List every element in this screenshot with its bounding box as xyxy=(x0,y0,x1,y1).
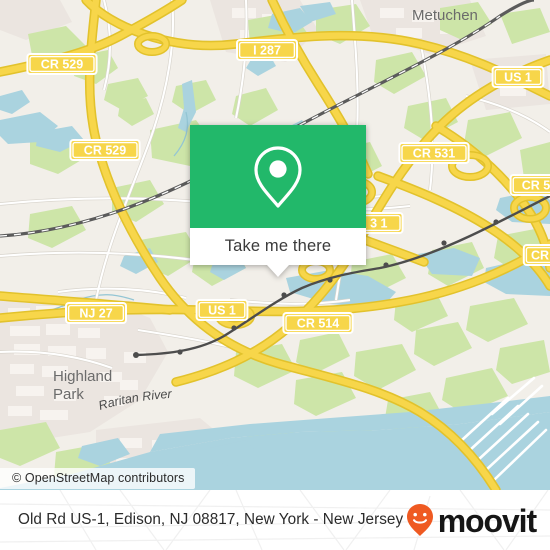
road-shield-label: NJ 27 xyxy=(79,307,112,321)
map-pin-icon xyxy=(252,144,304,210)
road-shield-label: US 1 xyxy=(208,304,236,318)
road-shield-label: US 1 xyxy=(504,71,532,85)
road-shield: CR 531 xyxy=(398,142,470,164)
osm-attribution[interactable]: © OpenStreetMap contributors xyxy=(0,468,195,489)
road-shield-label: CR 529 xyxy=(84,144,126,158)
take-me-there-button[interactable]: Take me there xyxy=(225,237,332,256)
map-canvas[interactable]: Metuchen Highland Park Raritan River CR … xyxy=(0,0,550,490)
place-label-highland: Highland xyxy=(53,368,112,385)
location-title: Old Rd US-1, Edison, NJ 08817, New York … xyxy=(18,510,404,528)
road-shield-label: CR xyxy=(531,249,549,263)
road-shield: CR 529 xyxy=(69,139,141,161)
page-footer: Old Rd US-1, Edison, NJ 08817, New York … xyxy=(0,490,550,550)
road-shield: US 1 xyxy=(491,66,545,88)
road-shield-label: CR 529 xyxy=(41,58,83,72)
location-callout-card[interactable]: Take me there xyxy=(190,125,366,277)
moovit-wordmark: moovit xyxy=(437,502,537,539)
callout-footer[interactable]: Take me there xyxy=(190,228,366,265)
road-shield: I 287 xyxy=(236,39,298,61)
road-shield: CR 514 xyxy=(282,312,354,334)
moovit-logo[interactable]: moovit xyxy=(405,502,537,539)
road-shield: CR xyxy=(522,244,550,266)
place-label-metuchen: Metuchen xyxy=(412,7,478,24)
road-shield: CR 5 xyxy=(509,174,550,196)
callout-header xyxy=(190,125,366,228)
road-shield-label: CR 5 xyxy=(522,179,550,193)
place-label-park: Park xyxy=(53,386,84,403)
moovit-map-screenshot: Metuchen Highland Park Raritan River CR … xyxy=(0,0,550,550)
road-shield-label: CR 531 xyxy=(413,147,455,161)
road-shield: CR 529 xyxy=(26,53,98,75)
road-shield: NJ 27 xyxy=(65,302,127,324)
road-shield-label: I 287 xyxy=(253,44,281,58)
callout-pointer xyxy=(267,265,289,277)
moovit-smiley-pin-icon xyxy=(405,503,435,537)
road-shield-label: CR 514 xyxy=(297,317,339,331)
road-shield: US 1 xyxy=(195,299,249,321)
